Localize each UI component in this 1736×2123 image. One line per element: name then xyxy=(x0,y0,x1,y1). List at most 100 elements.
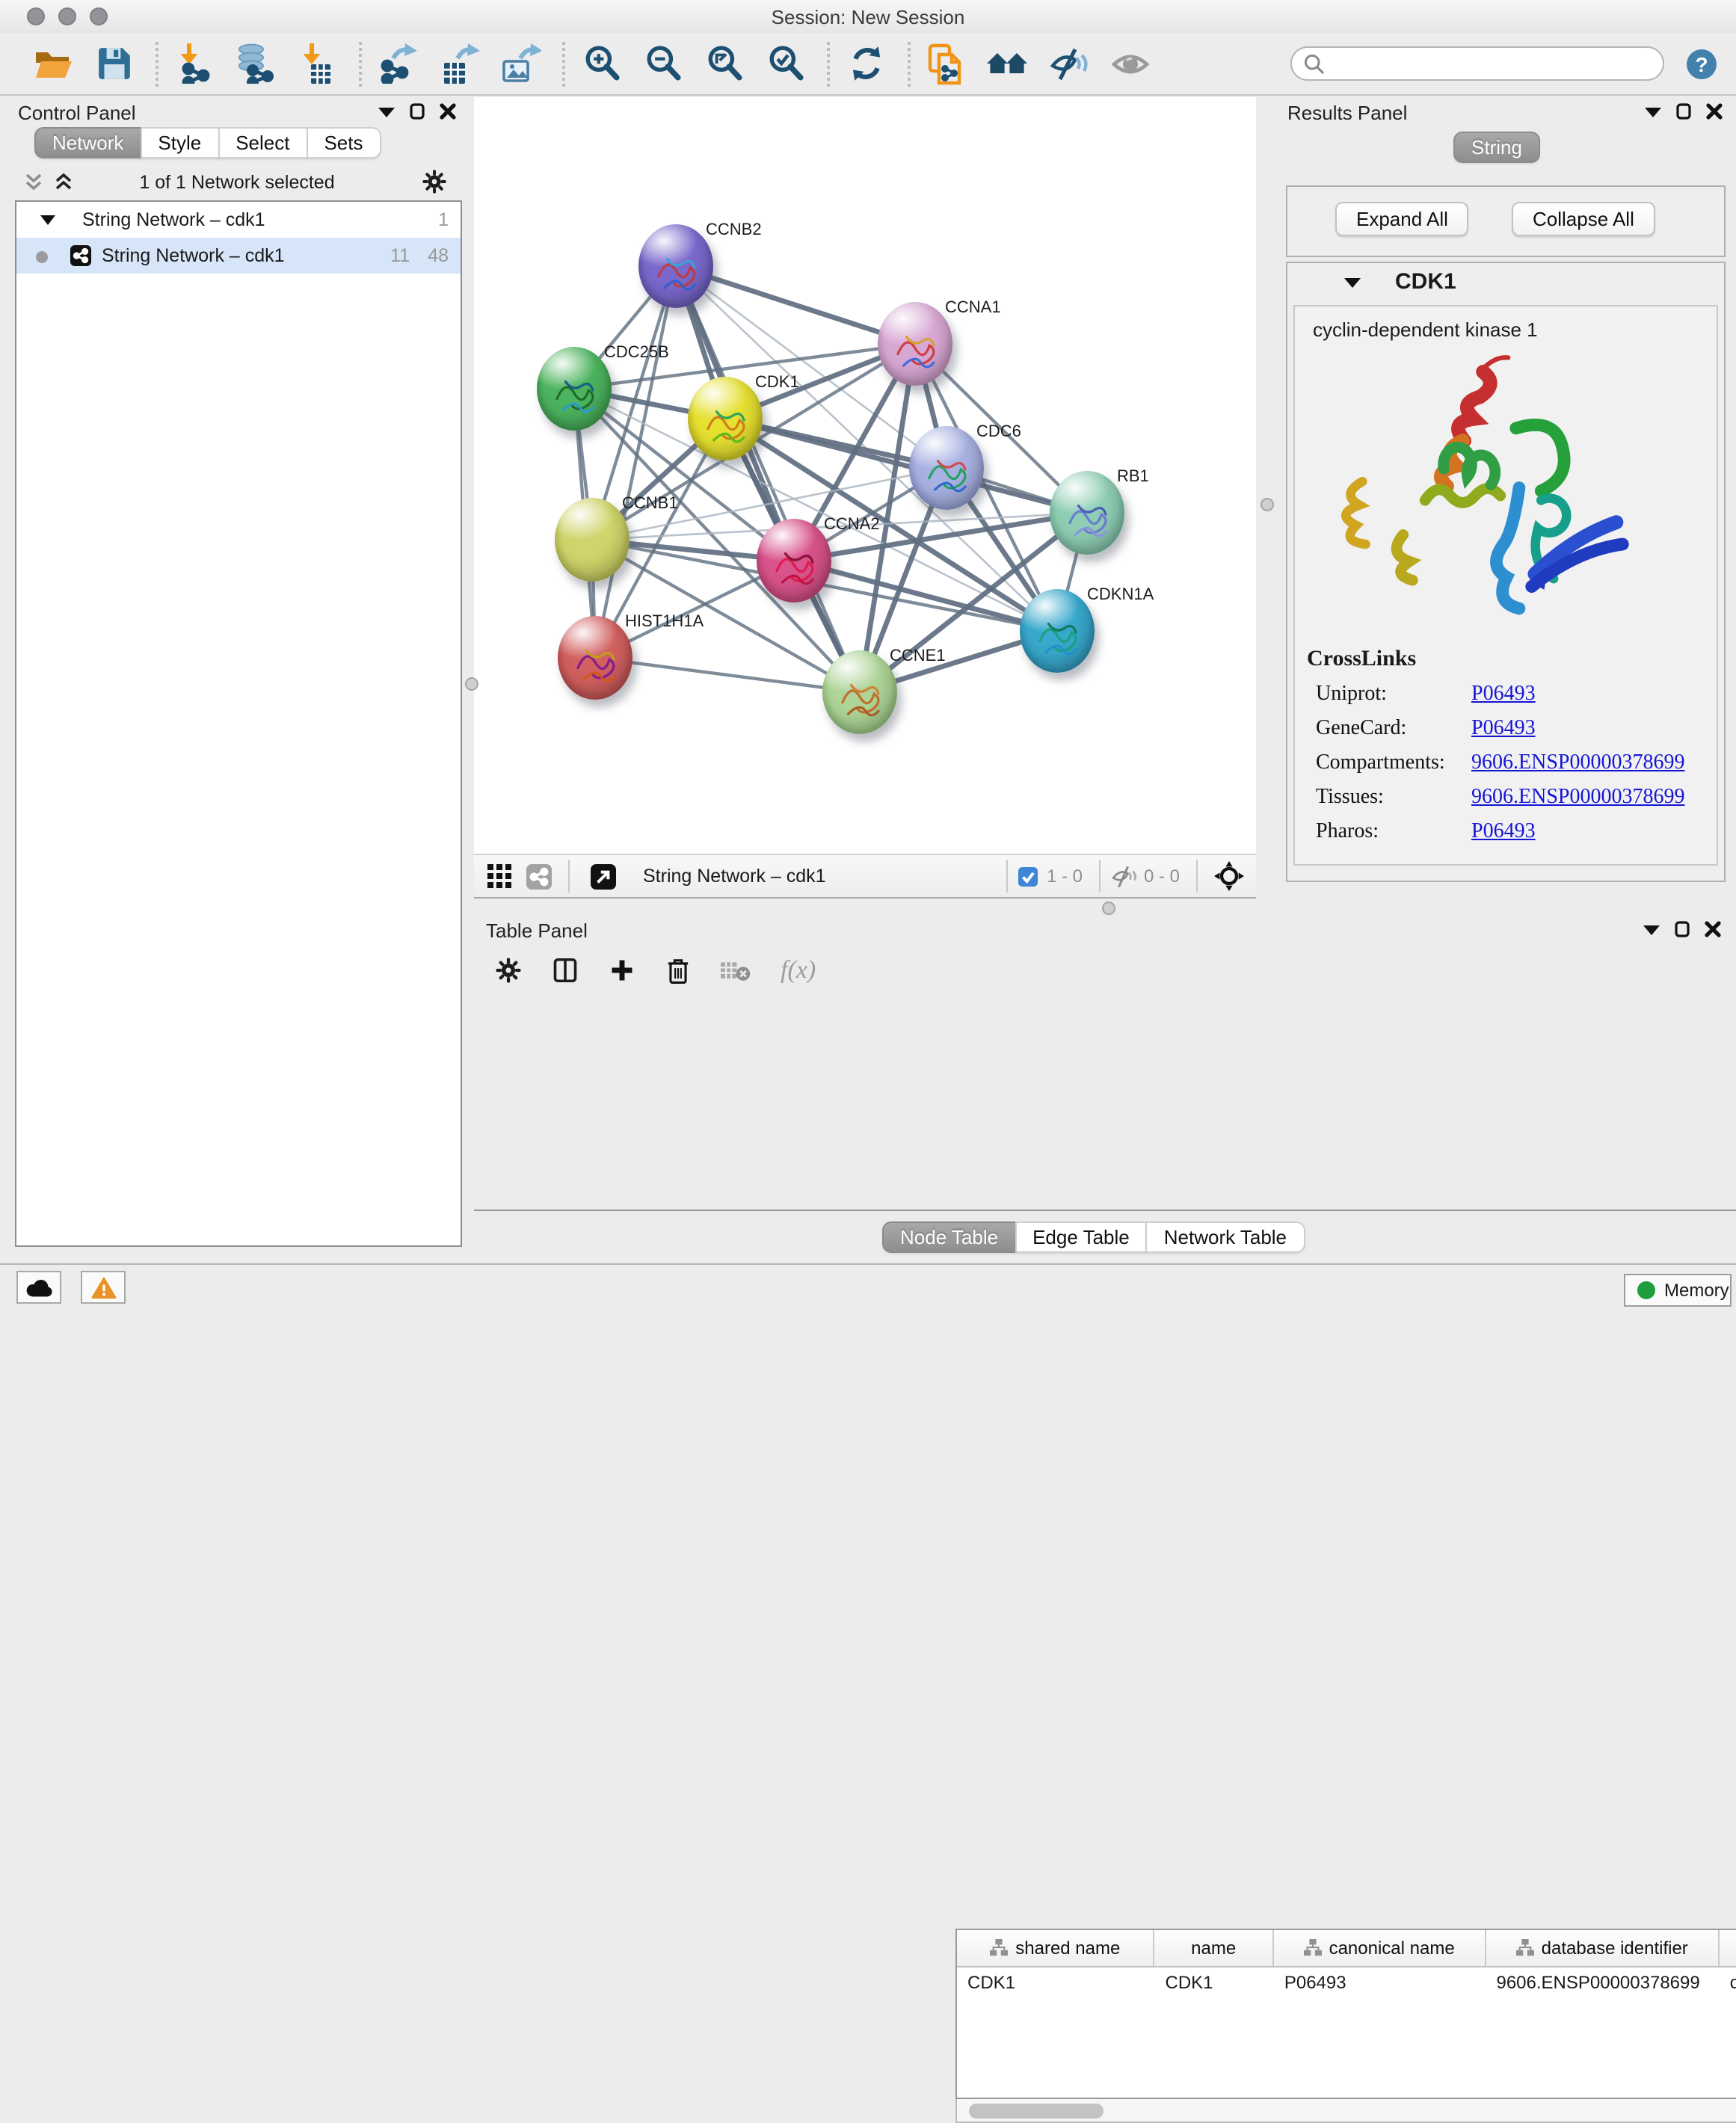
show-all-button[interactable] xyxy=(1108,41,1153,86)
column-header[interactable]: description xyxy=(1720,1930,1736,1966)
table-horizontal-scrollbar[interactable] xyxy=(955,2099,1736,2123)
node-table[interactable]: shared name name canonical name database… xyxy=(955,1929,1736,2099)
search-input[interactable] xyxy=(1332,52,1651,76)
network-node[interactable] xyxy=(909,426,984,510)
protein-collapse-icon[interactable] xyxy=(1344,277,1361,289)
table-options-gear-icon[interactable] xyxy=(495,957,522,984)
panel-float-icon[interactable] xyxy=(1676,103,1691,120)
import-table-button[interactable] xyxy=(295,41,339,86)
panel-close-icon[interactable] xyxy=(1705,921,1721,937)
panel-collapse-icon[interactable] xyxy=(1645,105,1661,117)
open-session-button[interactable] xyxy=(30,41,75,86)
help-button[interactable]: ? xyxy=(1685,47,1718,80)
zoom-fit-button[interactable] xyxy=(701,41,746,86)
network-options-gear-icon[interactable] xyxy=(422,169,447,194)
network-node[interactable] xyxy=(822,650,897,734)
crosslink-row: Pharos: P06493 xyxy=(1316,821,1717,845)
delete-column-icon[interactable] xyxy=(665,956,691,985)
crosslink-compartments-link[interactable]: 9606.ENSP00000378699 xyxy=(1471,752,1684,776)
scrollbar-thumb[interactable] xyxy=(969,2104,1104,2119)
hide-selected-button[interactable] xyxy=(1047,41,1092,86)
column-header[interactable]: name xyxy=(1155,1930,1274,1966)
export-image-button[interactable] xyxy=(498,41,543,86)
add-column-icon[interactable] xyxy=(609,957,635,984)
tree-expander-icon[interactable] xyxy=(40,215,55,226)
fit-content-button[interactable] xyxy=(1211,854,1247,899)
clone-network-button[interactable] xyxy=(924,41,969,86)
column-header[interactable]: shared name xyxy=(957,1930,1155,1966)
network-node[interactable] xyxy=(537,347,612,431)
tab-edge-table[interactable]: Edge Table xyxy=(1015,1221,1148,1253)
warnings-button[interactable] xyxy=(81,1271,126,1304)
panel-float-icon[interactable] xyxy=(1675,921,1690,937)
apply-layout-button[interactable] xyxy=(843,41,888,86)
memory-button[interactable]: Memory xyxy=(1624,1274,1732,1307)
toolbar-separator xyxy=(908,41,911,86)
table-row[interactable]: CDK1 CDK1 P06493 9606.ENSP00000378699 cy… xyxy=(957,1968,1736,1997)
hidden-count: 0 - 0 xyxy=(1144,866,1180,887)
crosslink-pharos-link[interactable]: P06493 xyxy=(1471,821,1536,845)
network-canvas[interactable]: CCNB2CCNA1CDC25BCDK1CDC6RB1CCNB1CCNA2CDK… xyxy=(474,97,1256,854)
zoom-selected-button[interactable] xyxy=(763,41,807,86)
save-session-button[interactable] xyxy=(91,41,136,86)
network-row[interactable]: String Network – cdk1 11 48 xyxy=(16,238,461,274)
selected-checkbox-icon[interactable] xyxy=(1018,866,1038,886)
string-share-icon xyxy=(526,863,551,889)
import-network-database-button[interactable] xyxy=(233,41,278,86)
string-panel-toggle-button[interactable] xyxy=(522,854,555,899)
network-node[interactable] xyxy=(878,302,952,386)
column-header[interactable]: database identifier xyxy=(1486,1930,1720,1966)
external-link-icon xyxy=(590,863,615,889)
control-panel-title: Control Panel xyxy=(18,100,136,127)
open-in-window-button[interactable] xyxy=(586,854,619,899)
horizontal-splitter-handle[interactable] xyxy=(1102,902,1115,915)
zoom-out-button[interactable] xyxy=(640,41,685,86)
network-edge[interactable] xyxy=(595,266,676,658)
crosslink-tissues-link[interactable]: 9606.ENSP00000378699 xyxy=(1471,786,1684,810)
tab-string-results[interactable]: String xyxy=(1453,132,1540,163)
crosslink-uniprot-link[interactable]: P06493 xyxy=(1471,683,1536,707)
zoom-in-button[interactable] xyxy=(579,41,624,86)
network-edge[interactable] xyxy=(725,419,1087,513)
network-node[interactable] xyxy=(558,616,632,700)
tab-sets[interactable]: Sets xyxy=(306,127,381,158)
network-node[interactable] xyxy=(555,498,630,582)
network-node[interactable] xyxy=(638,224,713,308)
export-table-button[interactable] xyxy=(437,41,481,86)
network-node[interactable] xyxy=(1020,589,1095,673)
vertical-splitter-handle[interactable] xyxy=(1261,498,1274,511)
import-network-file-button[interactable] xyxy=(172,41,217,86)
control-panel: Control Panel Network Style Select Sets … xyxy=(3,96,471,1250)
column-header[interactable]: canonical name xyxy=(1274,1930,1486,1966)
panel-close-icon[interactable] xyxy=(440,103,456,120)
panel-close-icon[interactable] xyxy=(1706,103,1723,120)
expand-all-button[interactable]: Expand All xyxy=(1335,202,1469,236)
network-node[interactable] xyxy=(688,377,763,460)
birdseye-grid-button[interactable] xyxy=(483,854,516,899)
export-network-button[interactable] xyxy=(375,41,420,86)
network-node[interactable] xyxy=(757,519,831,603)
panel-collapse-icon[interactable] xyxy=(378,105,395,117)
cloud-icon xyxy=(25,1278,52,1297)
cloud-status-button[interactable] xyxy=(16,1271,61,1304)
crosslink-row: GeneCard: P06493 xyxy=(1316,718,1717,742)
tab-style[interactable]: Style xyxy=(140,127,219,158)
crosslink-genecard-link[interactable]: P06493 xyxy=(1471,718,1536,742)
toolbar-search[interactable] xyxy=(1290,46,1664,81)
tab-node-table[interactable]: Node Table xyxy=(882,1221,1016,1253)
main-toolbar: ? xyxy=(0,33,1736,96)
tab-select[interactable]: Select xyxy=(218,127,307,158)
tab-network[interactable]: Network xyxy=(34,127,141,158)
show-columns-icon[interactable] xyxy=(552,957,579,984)
protein-description: cyclin-dependent kinase 1 xyxy=(1313,318,1717,341)
network-collection-row[interactable]: String Network – cdk1 1 xyxy=(16,202,461,238)
panel-float-icon[interactable] xyxy=(410,103,425,120)
first-neighbors-button[interactable] xyxy=(985,41,1030,86)
application-window: Session: New Session xyxy=(0,0,1736,1311)
panel-collapse-icon[interactable] xyxy=(1643,923,1660,935)
window-title: Session: New Session xyxy=(0,6,1736,28)
network-edge[interactable] xyxy=(595,658,860,692)
network-node[interactable] xyxy=(1050,471,1124,555)
tab-network-table[interactable]: Network Table xyxy=(1146,1221,1305,1253)
collapse-all-button[interactable]: Collapse All xyxy=(1512,202,1655,236)
